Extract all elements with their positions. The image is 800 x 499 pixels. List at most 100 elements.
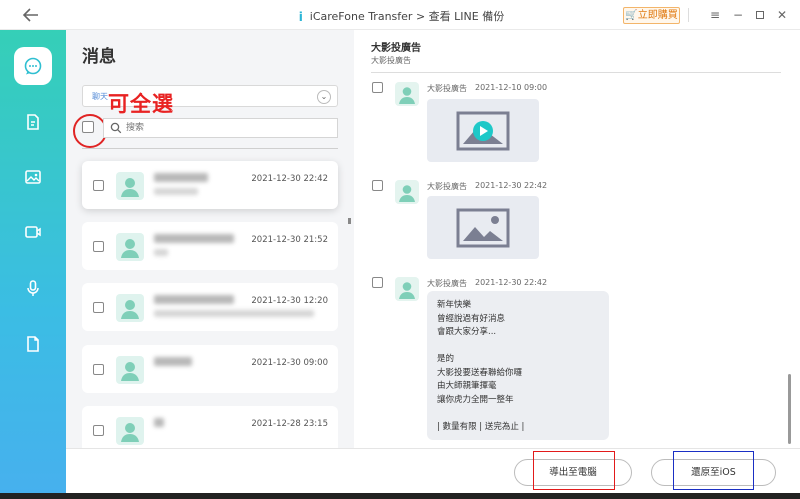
conversation-checkbox[interactable]	[93, 302, 104, 313]
page-name: 查看 LINE 備份	[428, 10, 505, 23]
sidebar-item-messages[interactable]	[14, 47, 52, 85]
user-icon	[121, 423, 139, 442]
message-line: 是的	[437, 354, 455, 364]
conversation-item[interactable]: 2021-12-28 23:15	[82, 406, 338, 448]
message-line: 大影投要送春聯給你囉	[437, 367, 523, 378]
select-all-checkbox[interactable]	[82, 121, 94, 133]
message-line: 會跟大家分享...	[437, 327, 497, 337]
sidebar-item-videos[interactable]	[14, 213, 52, 251]
title-separator: >	[415, 10, 426, 23]
message-sender: 大影投廣告	[427, 279, 467, 288]
conversation-checkbox[interactable]	[93, 180, 104, 191]
message-checkbox[interactable]	[372, 180, 383, 191]
user-icon	[121, 239, 139, 258]
minimize-icon: −	[732, 8, 744, 22]
blurred-name	[154, 173, 208, 182]
user-icon	[399, 185, 415, 202]
blurred-name	[154, 418, 164, 427]
search-icon	[110, 122, 122, 134]
conversation-item[interactable]: 2021-12-30 09:00	[82, 345, 338, 393]
conversation-time: 2021-12-30 12:20	[251, 296, 328, 306]
avatar	[116, 172, 144, 200]
minimize-button[interactable]: −	[730, 7, 746, 23]
annotation-red-box	[533, 451, 615, 490]
menu-icon: ≡	[709, 8, 721, 22]
message-time: 2021-12-30 22:42	[475, 181, 548, 190]
message-scrollbar[interactable]	[788, 374, 791, 444]
divider	[688, 8, 689, 22]
sidebar-item-photos[interactable]	[14, 158, 52, 196]
message-line: | 數量有限 | 送完為止 |	[437, 421, 525, 432]
sidebar-item-notes[interactable]	[14, 103, 52, 141]
avatar	[395, 180, 419, 204]
list-divider	[82, 148, 338, 149]
window-title: i iCareFone Transfer > 查看 LINE 備份	[0, 8, 800, 24]
image-placeholder-icon	[456, 208, 510, 247]
image-thumbnail[interactable]	[427, 196, 539, 259]
annotation-blue-box	[673, 451, 754, 490]
sidebar-item-audio[interactable]	[14, 269, 52, 307]
conversation-time: 2021-12-30 21:52	[251, 235, 328, 245]
bottom-strip	[0, 493, 800, 499]
avatar	[116, 233, 144, 261]
blurred-preview	[154, 249, 168, 256]
avatar	[116, 356, 144, 384]
conversation-time: 2021-12-30 22:42	[251, 174, 328, 184]
user-icon	[121, 178, 139, 197]
app-logo-icon: i	[298, 10, 303, 24]
user-icon	[121, 362, 139, 381]
blurred-name	[154, 357, 192, 366]
close-button[interactable]: ✕	[774, 7, 790, 23]
message-line: 曾經說過有好消息	[437, 313, 506, 324]
blurred-name	[154, 295, 234, 304]
sidebar	[0, 30, 66, 499]
avatar	[395, 277, 419, 301]
image-icon	[25, 170, 41, 184]
avatar	[395, 82, 419, 106]
message-time: 2021-12-30 22:42	[475, 278, 548, 287]
conversation-checkbox[interactable]	[93, 241, 104, 252]
list-scrollbar[interactable]	[348, 218, 351, 224]
conversation-list-panel: 消息 聊天 ⌄ 可全選 2021-12-30 22:42 2021-12-30 …	[66, 30, 354, 448]
conversation-time: 2021-12-30 09:00	[251, 358, 328, 368]
sidebar-item-files[interactable]	[14, 325, 52, 363]
maximize-button[interactable]	[752, 7, 768, 23]
blurred-preview	[154, 188, 198, 195]
blurred-preview	[154, 310, 314, 317]
file-icon	[27, 336, 39, 352]
video-thumbnail[interactable]	[427, 99, 539, 162]
dropdown-value: 聊天	[92, 92, 108, 101]
microphone-icon	[27, 280, 39, 296]
search-box[interactable]	[103, 118, 338, 138]
app-window: i iCareFone Transfer > 查看 LINE 備份 🛒立即購買 ≡…	[0, 0, 800, 499]
video-placeholder-icon	[456, 111, 510, 150]
text-message-bubble[interactable]: 新年快樂 曾經說過有好消息 會跟大家分享... 是的 大影投要送春聯給你囉 由大…	[427, 291, 609, 440]
chat-bubble-icon	[24, 57, 42, 75]
message-line	[437, 407, 599, 421]
app-name: iCareFone Transfer	[309, 10, 413, 23]
conversation-item[interactable]: 2021-12-30 21:52	[82, 222, 338, 270]
avatar	[116, 294, 144, 322]
message-line: 讓你虎力全開一整年	[437, 394, 514, 405]
annotation-select-all-text: 可全選	[108, 92, 174, 116]
message-checkbox[interactable]	[372, 277, 383, 288]
title-bar: i iCareFone Transfer > 查看 LINE 備份 🛒立即購買 ≡…	[0, 0, 800, 30]
conversation-checkbox[interactable]	[93, 364, 104, 375]
buy-now-button[interactable]: 🛒立即購買	[623, 7, 680, 24]
cart-icon: 🛒	[625, 10, 638, 21]
message-line: 新年快樂	[437, 300, 472, 310]
conversation-item[interactable]: 2021-12-30 22:42	[82, 161, 338, 209]
message-checkbox[interactable]	[372, 82, 383, 93]
avatar	[116, 417, 144, 445]
menu-button[interactable]: ≡	[707, 7, 723, 23]
user-icon	[121, 300, 139, 319]
search-input[interactable]	[126, 121, 326, 135]
user-icon	[399, 282, 415, 299]
message-panel: 大影投廣告 大影投廣告 大影投廣告 2021-12-10 09:00 大影投廣告…	[356, 30, 800, 448]
conversation-checkbox[interactable]	[93, 425, 104, 436]
message-sender: 大影投廣告	[427, 182, 467, 191]
contact-subtitle: 大影投廣告	[371, 56, 411, 65]
conversation-item[interactable]: 2021-12-30 12:20	[82, 283, 338, 331]
document-icon	[27, 114, 39, 130]
chevron-down-icon: ⌄	[317, 90, 331, 104]
